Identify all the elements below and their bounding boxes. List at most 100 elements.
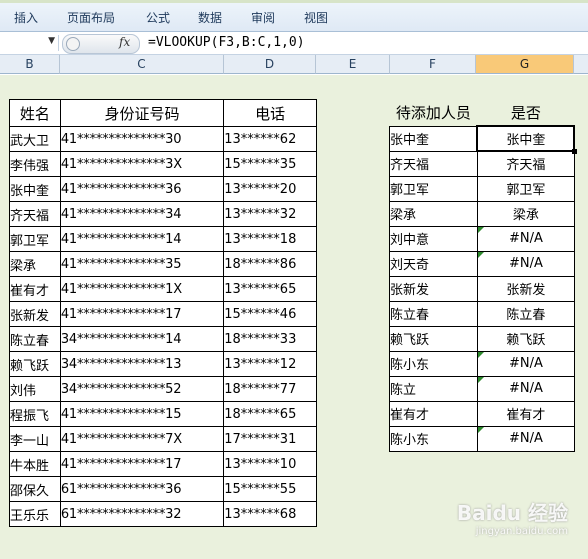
cell-id-number[interactable]: 41**************17 (59, 301, 225, 327)
chevron-down-icon[interactable]: ▼ (48, 36, 55, 46)
error-indicator-icon[interactable] (477, 426, 484, 433)
cell-phone[interactable]: 13******10 (223, 451, 317, 477)
name-box[interactable]: ▼ (0, 35, 59, 51)
cell-lookup-result[interactable]: 梁承 (476, 200, 576, 227)
cell-to-add[interactable]: 赖飞跃 (389, 325, 478, 352)
cell-id-number[interactable]: 41**************3X (59, 151, 225, 177)
cell-phone[interactable]: 13******12 (223, 351, 317, 377)
cell-lookup-result[interactable]: 赖飞跃 (476, 325, 576, 352)
formula-input[interactable]: =VLOOKUP(F3,B:C,1,0) (148, 35, 305, 50)
cell-id-number[interactable]: 34**************13 (59, 351, 225, 377)
cell-phone[interactable]: 18******77 (223, 376, 317, 402)
cell-lookup-result[interactable]: 郭卫军 (476, 175, 576, 202)
cell-lookup-result[interactable]: 张新发 (476, 275, 576, 302)
error-indicator-icon[interactable] (477, 251, 484, 258)
cell-name[interactable]: 赖飞跃 (9, 351, 61, 377)
cell-id-number[interactable]: 41**************15 (59, 401, 225, 427)
cell-name[interactable]: 张中奎 (9, 176, 61, 202)
cell-lookup-result[interactable]: 齐天福 (476, 150, 576, 177)
error-indicator-icon[interactable] (477, 351, 484, 358)
header-exists[interactable]: 是否 (477, 99, 574, 126)
cell-phone[interactable]: 13******62 (223, 126, 317, 152)
cell-id-number[interactable]: 61**************32 (59, 501, 225, 527)
cell-lookup-result[interactable]: 崔有才 (476, 400, 576, 427)
column-header-f[interactable]: F (390, 55, 476, 74)
cell-to-add[interactable]: 陈小东 (389, 425, 478, 452)
header-name[interactable]: 姓名 (9, 99, 61, 127)
cell-phone[interactable]: 17******31 (223, 426, 317, 452)
cell-id-number[interactable]: 41**************35 (59, 251, 225, 277)
cell-id-number[interactable]: 41**************36 (59, 176, 225, 202)
column-header-d[interactable]: D (224, 55, 316, 74)
cell-name[interactable]: 陈立春 (9, 326, 61, 352)
column-header-c[interactable]: C (60, 55, 224, 74)
cancel-circle-icon[interactable] (66, 37, 80, 51)
cell-id-number[interactable]: 41**************1X (59, 276, 225, 302)
cell-to-add[interactable]: 陈立 (389, 375, 478, 402)
cell-to-add[interactable]: 刘天奇 (389, 250, 478, 277)
column-header-next[interactable] (574, 55, 588, 74)
cell-id-number[interactable]: 34**************52 (59, 376, 225, 402)
column-header-e[interactable]: E (316, 55, 390, 74)
cell-name[interactable]: 李一山 (9, 426, 61, 452)
cell-name[interactable]: 郭卫军 (9, 226, 61, 252)
cell-lookup-result[interactable]: #N/A (476, 350, 576, 377)
cell-name[interactable]: 邵保久 (9, 476, 61, 502)
cell-phone[interactable]: 15******46 (223, 301, 317, 327)
column-header-b[interactable]: B (0, 55, 60, 74)
cell-name[interactable]: 齐天福 (9, 201, 61, 227)
cell-phone[interactable]: 13******18 (223, 226, 317, 252)
column-header-g[interactable]: G (476, 55, 574, 74)
cell-name[interactable]: 刘伟 (9, 376, 61, 402)
error-indicator-icon[interactable] (477, 226, 484, 233)
cell-to-add[interactable]: 陈立春 (389, 300, 478, 327)
cell-to-add[interactable]: 梁承 (389, 200, 478, 227)
fill-handle[interactable] (572, 149, 577, 154)
header-to-add[interactable]: 待添加人员 (390, 99, 478, 126)
cell-phone[interactable]: 13******68 (223, 501, 317, 527)
cell-name[interactable]: 程振飞 (9, 401, 61, 427)
header-id-number[interactable]: 身份证号码 (59, 99, 225, 127)
tab-review[interactable]: 审阅 (251, 9, 275, 26)
cell-phone[interactable]: 15******55 (223, 476, 317, 502)
cell-id-number[interactable]: 41**************34 (59, 201, 225, 227)
cell-name[interactable]: 李伟强 (9, 151, 61, 177)
tab-view[interactable]: 视图 (304, 9, 328, 26)
cell-to-add[interactable]: 崔有才 (389, 400, 478, 427)
cell-to-add[interactable]: 张中奎 (389, 125, 478, 152)
insert-function-icon[interactable]: fx (119, 35, 130, 49)
cell-phone[interactable]: 18******86 (223, 251, 317, 277)
tab-page-layout[interactable]: 页面布局 (67, 9, 115, 26)
tab-insert[interactable]: 插入 (14, 9, 38, 26)
cell-to-add[interactable]: 张新发 (389, 275, 478, 302)
cell-id-number[interactable]: 41**************14 (59, 226, 225, 252)
cell-phone[interactable]: 18******33 (223, 326, 317, 352)
cell-name[interactable]: 崔有才 (9, 276, 61, 302)
cell-to-add[interactable]: 陈小东 (389, 350, 478, 377)
cell-lookup-result[interactable]: #N/A (476, 250, 576, 277)
cell-lookup-result[interactable]: #N/A (476, 425, 576, 452)
cell-lookup-result[interactable]: #N/A (476, 225, 576, 252)
cell-to-add[interactable]: 郭卫军 (389, 175, 478, 202)
cell-id-number[interactable]: 41**************17 (59, 451, 225, 477)
cell-id-number[interactable]: 41**************7X (59, 426, 225, 452)
cell-id-number[interactable]: 41**************30 (59, 126, 225, 152)
cell-phone[interactable]: 13******32 (223, 201, 317, 227)
cell-name[interactable]: 牛本胜 (9, 451, 61, 477)
cell-name[interactable]: 王乐乐 (9, 501, 61, 527)
cell-phone[interactable]: 13******65 (223, 276, 317, 302)
cell-lookup-result[interactable]: #N/A (476, 375, 576, 402)
cell-name[interactable]: 梁承 (9, 251, 61, 277)
cell-id-number[interactable]: 61**************36 (59, 476, 225, 502)
cell-name[interactable]: 武大卫 (9, 126, 61, 152)
cell-to-add[interactable]: 刘中意 (389, 225, 478, 252)
cell-phone[interactable]: 13******20 (223, 176, 317, 202)
cell-id-number[interactable]: 34**************14 (59, 326, 225, 352)
cell-phone[interactable]: 18******65 (223, 401, 317, 427)
cell-lookup-result[interactable]: 陈立春 (476, 300, 576, 327)
cell-name[interactable]: 张新发 (9, 301, 61, 327)
cell-to-add[interactable]: 齐天福 (389, 150, 478, 177)
cell-phone[interactable]: 15******35 (223, 151, 317, 177)
tab-formulas[interactable]: 公式 (146, 9, 170, 26)
header-phone[interactable]: 电话 (223, 99, 317, 127)
